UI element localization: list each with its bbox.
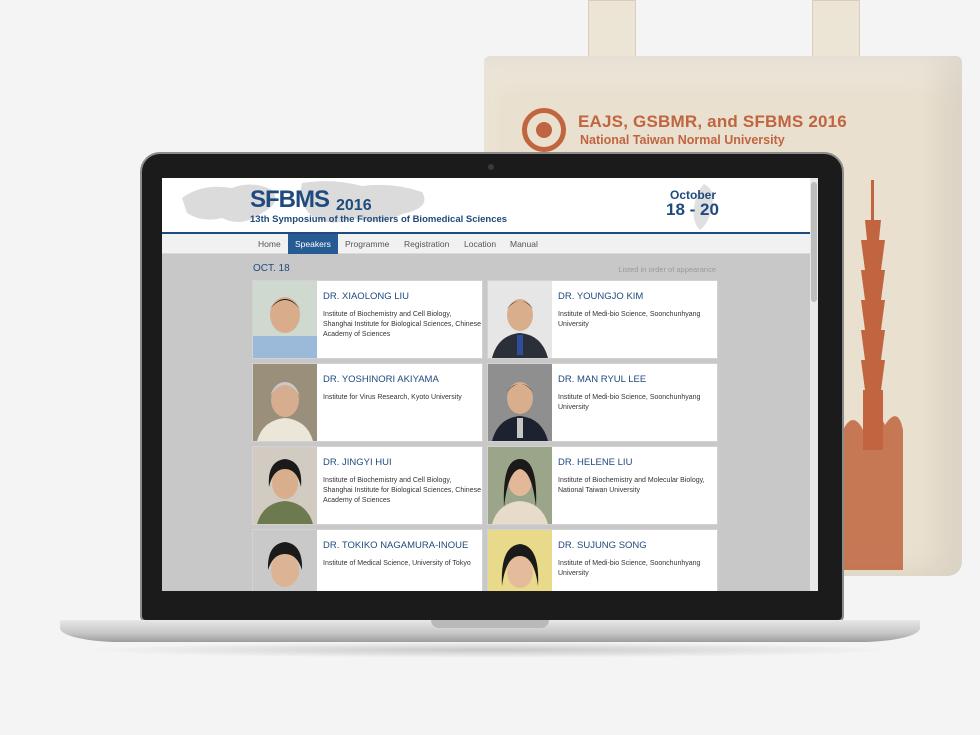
site-header: SFBMS 2016 13th Symposium of the Frontie… [162, 178, 810, 234]
page-scrollbar[interactable] [810, 178, 818, 591]
speaker-card[interactable]: DR. TOKIKO NAGAMURA-INOUE Institute of M… [252, 529, 483, 591]
main-nav: Home Speakers Programme Registration Loc… [162, 234, 810, 254]
ntnu-logo-icon [522, 108, 566, 152]
nav-programme[interactable]: Programme [338, 234, 396, 254]
nav-speakers[interactable]: Speakers [288, 234, 338, 254]
speaker-name[interactable]: DR. TOKIKO NAGAMURA-INOUE [323, 540, 468, 551]
speaker-name[interactable]: DR. HELENE LIU [558, 457, 632, 468]
speaker-photo [488, 447, 552, 524]
tote-handle-left [588, 0, 636, 60]
sfbms-logo[interactable]: SFBMS [250, 186, 330, 214]
speaker-name[interactable]: DR. XIAOLONG LIU [323, 291, 409, 302]
speaker-card[interactable]: DR. HELENE LIU Institute of Biochemistry… [487, 446, 718, 525]
laptop-screen: SFBMS 2016 13th Symposium of the Frontie… [162, 178, 818, 591]
tote-handle-right [812, 0, 860, 60]
speaker-card[interactable]: DR. JINGYI HUI Institute of Biochemistry… [252, 446, 483, 525]
speaker-card[interactable]: DR. XIAOLONG LIU Institute of Biochemist… [252, 280, 483, 359]
speaker-affiliation: Institute of Medi-bio Science, Soonchunh… [558, 394, 701, 411]
speaker-photo [488, 364, 552, 441]
scrollbar-thumb[interactable] [811, 182, 817, 302]
nav-registration[interactable]: Registration [397, 234, 456, 254]
speaker-affiliation: Institute of Biochemistry and Cell Biolo… [323, 477, 481, 504]
speaker-name[interactable]: DR. YOSHINORI AKIYAMA [323, 374, 439, 385]
speaker-photo [488, 281, 552, 358]
day-heading: OCT. 18 [253, 263, 290, 274]
speaker-affiliation: Institute for Virus Research, Kyoto Univ… [323, 394, 462, 401]
speaker-photo [253, 447, 317, 524]
tote-subtitle: National Taiwan Normal University [580, 133, 785, 147]
speaker-affiliation: Institute of Medi-bio Science, Soonchunh… [558, 560, 701, 577]
speaker-photo [488, 530, 552, 591]
nav-manual[interactable]: Manual [503, 234, 545, 254]
speaker-card[interactable]: DR. MAN RYUL LEE Institute of Medi-bio S… [487, 363, 718, 442]
speaker-photo [253, 530, 317, 591]
nav-home[interactable]: Home [251, 234, 288, 254]
webcam-icon [488, 164, 494, 170]
speaker-name[interactable]: DR. SUJUNG SONG [558, 540, 647, 551]
laptop-notch [431, 620, 549, 628]
order-note: Listed in order of appearance [618, 265, 716, 274]
speaker-photo [253, 281, 317, 358]
laptop-shadow [80, 642, 900, 658]
speaker-affiliation: Institute of Biochemistry and Cell Biolo… [323, 311, 481, 338]
speaker-card[interactable]: DR. YOUNGJO KIM Institute of Medi-bio Sc… [487, 280, 718, 359]
speaker-name[interactable]: DR. MAN RYUL LEE [558, 374, 646, 385]
taipei-101-icon [843, 180, 903, 570]
logo-year: 2016 [336, 197, 372, 214]
speaker-affiliation: Institute of Medical Science, University… [323, 560, 471, 567]
speaker-affiliation: Institute of Biochemistry and Molecular … [558, 477, 705, 494]
speaker-card[interactable]: DR. YOSHINORI AKIYAMA Institute for Viru… [252, 363, 483, 442]
speaker-name[interactable]: DR. YOUNGJO KIM [558, 291, 643, 302]
speaker-photo [253, 364, 317, 441]
nav-location[interactable]: Location [457, 234, 503, 254]
speaker-card[interactable]: DR. SUJUNG SONG Institute of Medi-bio Sc… [487, 529, 718, 591]
speaker-name[interactable]: DR. JINGYI HUI [323, 457, 392, 468]
event-days: 18 - 20 [666, 200, 719, 219]
site-tagline: 13th Symposium of the Frontiers of Biome… [250, 214, 508, 225]
tote-title: EAJS, GSBMR, and SFBMS 2016 [578, 112, 847, 131]
speaker-affiliation: Institute of Medi-bio Science, Soonchunh… [558, 311, 701, 328]
